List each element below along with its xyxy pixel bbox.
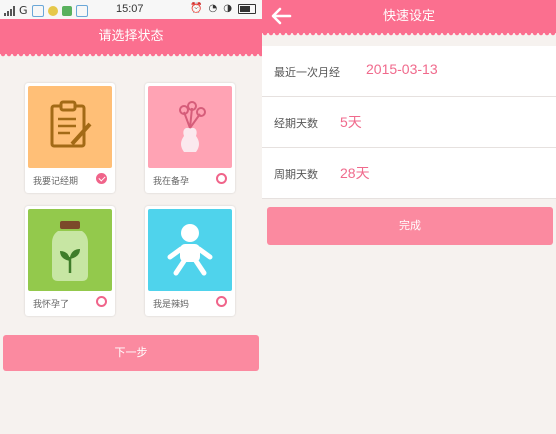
next-button-label: 下一步 — [114, 346, 148, 359]
title-bar: 快速设定 — [262, 0, 556, 33]
field-cycle-days[interactable]: 周期天数 28天 — [262, 148, 556, 199]
battery-icon — [238, 3, 256, 14]
wifi-icon: ◔ — [208, 3, 218, 14]
option-card-trying[interactable]: 我在备孕 — [145, 83, 235, 193]
field-value[interactable]: 2015-03-13 — [366, 61, 438, 77]
alarm-icon: ⏰ — [190, 3, 203, 14]
app-notification-icon — [61, 5, 72, 16]
field-last-period[interactable]: 最近一次月经 2015-03-13 — [262, 46, 556, 97]
field-value[interactable]: 5天 — [340, 112, 362, 132]
title-bar: 请选择状态 — [0, 19, 262, 54]
notepad-pencil-icon — [28, 86, 112, 168]
done-button[interactable]: 完成 — [267, 207, 553, 245]
signal-icon — [4, 5, 15, 16]
option-card-period[interactable]: 我要记经期 — [25, 83, 115, 193]
page-title: 请选择状态 — [98, 29, 164, 44]
radio-icon[interactable] — [216, 296, 227, 307]
field-period-days[interactable]: 经期天数 5天 — [262, 97, 556, 148]
option-card-mom[interactable]: 我是辣妈 — [145, 206, 235, 316]
radio-icon[interactable] — [216, 173, 227, 184]
next-button[interactable]: 下一步 — [3, 335, 259, 371]
field-value[interactable]: 28天 — [340, 163, 370, 183]
mute-icon: ◑ — [223, 3, 232, 14]
status-bar: G 15:07 ⏰ ◔ ◑ — [0, 0, 262, 19]
carrier-label: G — [19, 4, 28, 17]
app-notification-icon — [31, 4, 44, 17]
clock: 15:07 — [116, 3, 144, 15]
field-label: 最近一次月经 — [274, 66, 340, 79]
quick-setup-screen: 快速设定 最近一次月经 2015-03-13 经期天数 5天 周期天数 28天 … — [262, 0, 556, 434]
check-icon[interactable] — [96, 173, 107, 184]
status-select-screen: G 15:07 ⏰ ◔ ◑ 请选择状态 我要记经期 我在备孕 我怀孕了 我是辣妈… — [0, 0, 262, 434]
app-notification-icon — [75, 4, 88, 17]
option-label: 我是辣妈 — [153, 300, 190, 310]
option-label: 我在备孕 — [153, 177, 190, 187]
option-label: 我要记经期 — [33, 177, 79, 187]
header-scallop — [0, 54, 262, 58]
done-button-label: 完成 — [399, 219, 421, 232]
app-notification-icon — [47, 5, 58, 16]
field-label: 经期天数 — [274, 117, 318, 130]
flower-vase-icon — [148, 86, 232, 168]
page-title: 快速设定 — [382, 9, 435, 24]
back-arrow-icon[interactable] — [270, 6, 294, 26]
radio-icon[interactable] — [96, 296, 107, 307]
sprout-jar-icon — [28, 209, 112, 291]
option-label: 我怀孕了 — [33, 300, 70, 310]
baby-icon — [148, 209, 232, 291]
field-label: 周期天数 — [274, 168, 318, 181]
header-scallop — [262, 33, 556, 37]
option-card-pregnant[interactable]: 我怀孕了 — [25, 206, 115, 316]
